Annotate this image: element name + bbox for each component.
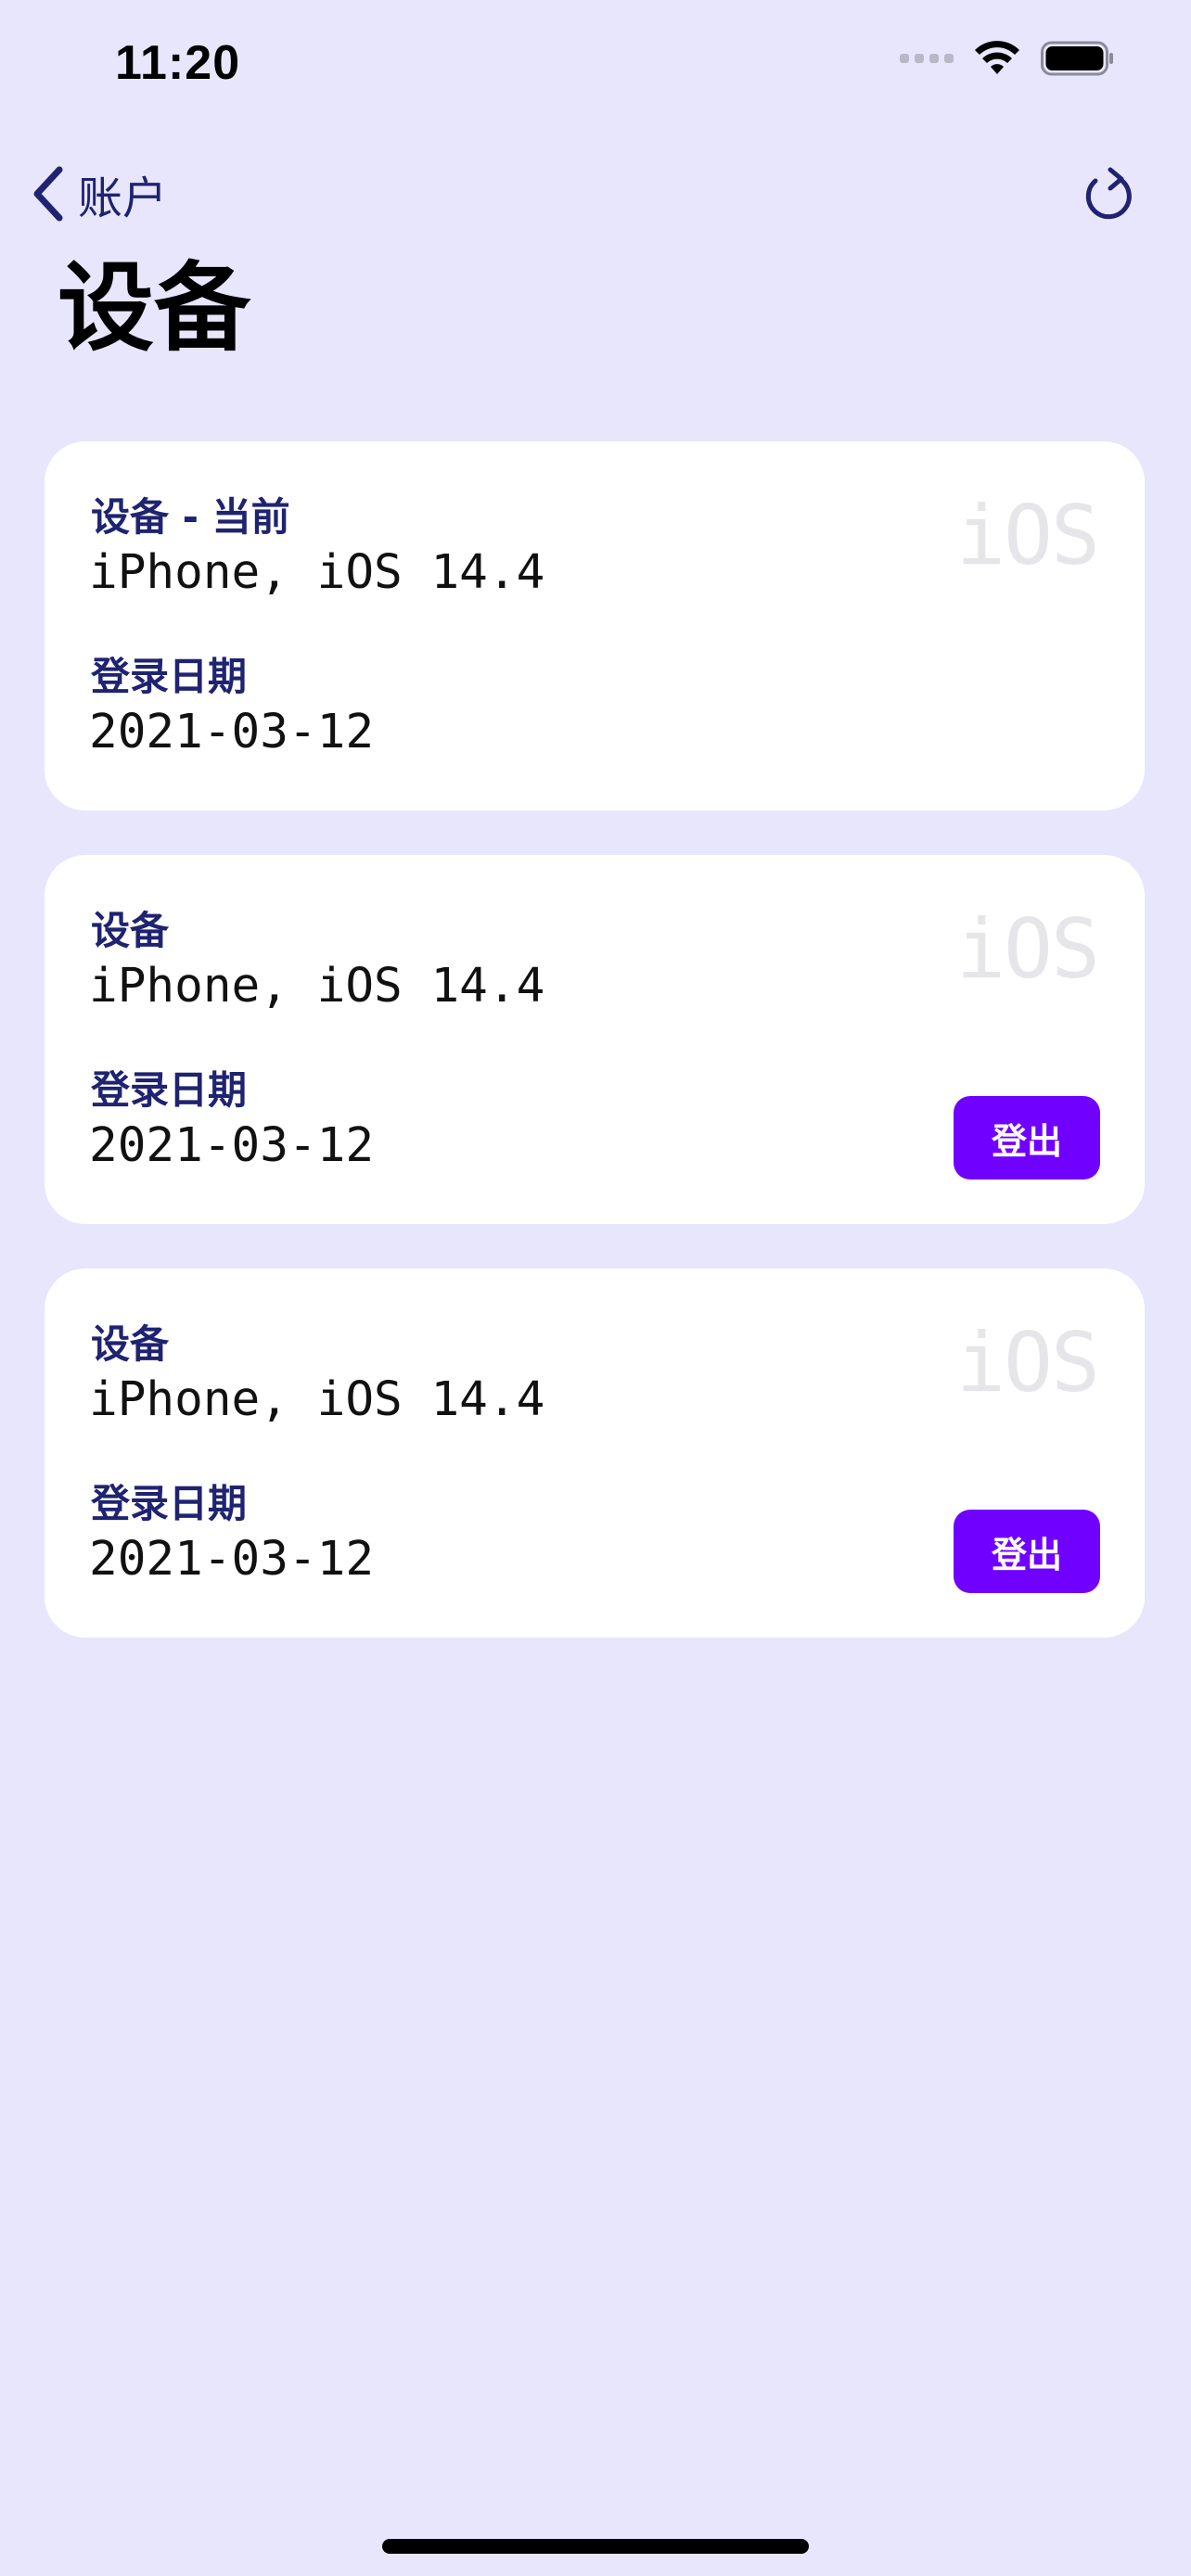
back-label: 账户 (78, 172, 168, 224)
device-value: iPhone, iOS 14.4 (89, 545, 545, 600)
login-date-label: 登录日期 (91, 654, 248, 699)
login-date-value: 2021-03-12 (89, 1532, 375, 1587)
device-label: 设备 - 当前 (91, 494, 290, 540)
cellular-signal-icon (900, 54, 954, 63)
os-badge: iOS (956, 1315, 1100, 1410)
status-bar: 11:20 (0, 0, 1191, 139)
refresh-icon (1085, 167, 1132, 220)
device-label: 设备 (91, 1321, 170, 1367)
device-value: iPhone, iOS 14.4 (89, 1372, 545, 1427)
refresh-button[interactable] (1078, 161, 1139, 223)
navigation-bar: 账户 (0, 148, 1191, 241)
os-badge: iOS (956, 901, 1100, 997)
wifi-icon (975, 41, 1019, 74)
logout-button[interactable]: 登出 (954, 1510, 1100, 1593)
os-badge: iOS (956, 488, 1100, 583)
device-label: 设备 (91, 908, 170, 953)
device-value: iPhone, iOS 14.4 (89, 959, 545, 1014)
back-button[interactable]: 账户 (32, 161, 167, 226)
logout-button[interactable]: 登出 (954, 1096, 1100, 1180)
device-card-current: 设备 - 当前 iPhone, iOS 14.4 登录日期 2021-03-12… (45, 441, 1145, 810)
login-date-label: 登录日期 (91, 1481, 248, 1526)
battery-icon (1041, 41, 1113, 76)
status-icons (900, 41, 1115, 76)
device-card: 设备 iPhone, iOS 14.4 登录日期 2021-03-12 iOS … (45, 855, 1145, 1224)
login-date-value: 2021-03-12 (89, 1118, 375, 1173)
page-title: 设备 (58, 251, 251, 364)
status-time: 11:20 (115, 36, 241, 90)
login-date-label: 登录日期 (91, 1067, 248, 1113)
chevron-left-icon (33, 166, 63, 222)
home-indicator[interactable] (382, 2539, 809, 2554)
login-date-value: 2021-03-12 (89, 705, 375, 759)
device-card: 设备 iPhone, iOS 14.4 登录日期 2021-03-12 iOS … (45, 1269, 1145, 1638)
